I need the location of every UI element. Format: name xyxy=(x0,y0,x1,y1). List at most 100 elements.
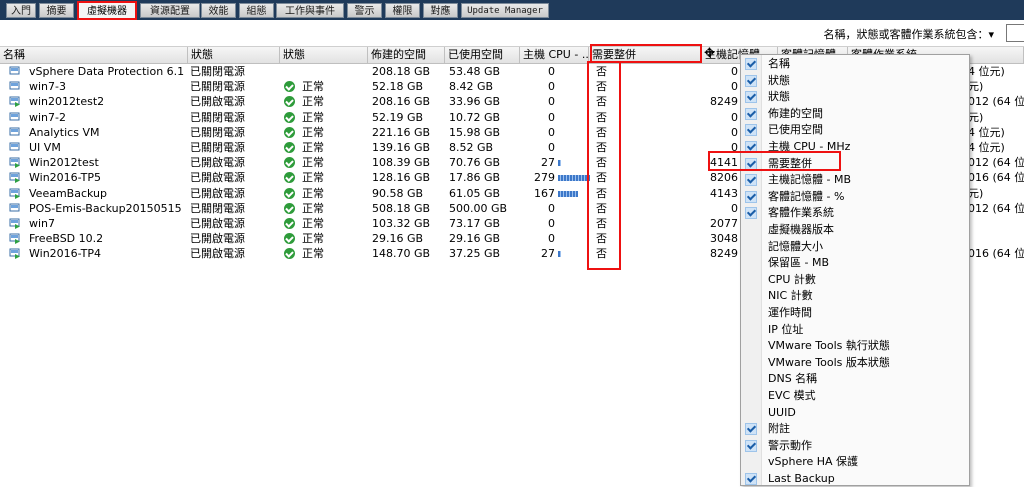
vm-powered-off-icon xyxy=(9,142,21,153)
menu-item-label: 已使用空間 xyxy=(768,123,823,137)
status-text: 正常 xyxy=(302,232,324,246)
power-state: 已關閉電源 xyxy=(190,141,245,154)
column-menu-item[interactable]: CPU 計數 xyxy=(741,272,969,288)
column-header-2[interactable]: 狀態 xyxy=(280,47,368,63)
cpu-usage-bar xyxy=(558,160,561,167)
tab-1[interactable]: 摘要 xyxy=(39,3,74,18)
column-menu-item[interactable]: 已使用空間 xyxy=(741,122,969,138)
used-space: 61.05 GB xyxy=(449,186,501,200)
menu-item-label: 警示動作 xyxy=(768,438,812,452)
provisioned-space: 90.58 GB xyxy=(372,186,424,200)
column-menu-item[interactable]: UUID xyxy=(741,405,969,421)
vm-powered-off-icon xyxy=(9,203,21,214)
status-text: 正常 xyxy=(302,186,324,200)
used-space: 8.52 GB xyxy=(449,141,494,154)
guest-os: 012 (64 位 xyxy=(968,156,1024,170)
column-menu-item[interactable]: 佈建的空間 xyxy=(741,106,969,122)
column-menu-item[interactable]: VMware Tools 版本狀態 xyxy=(741,355,969,371)
used-space: 15.98 GB xyxy=(449,125,501,139)
host-memory: 8249 xyxy=(710,95,738,109)
host-memory: 8249 xyxy=(710,247,738,261)
status-ok-icon xyxy=(284,233,295,245)
host-memory: 3048 xyxy=(710,232,738,246)
tab-5[interactable]: 組態 xyxy=(239,3,274,18)
column-menu-item[interactable]: 狀態 xyxy=(741,73,969,89)
status-ok-icon xyxy=(284,187,295,199)
column-menu-item[interactable]: DNS 名稱 xyxy=(741,371,969,387)
menu-item-label: VMware Tools 執行狀態 xyxy=(768,339,890,353)
column-menu-item[interactable]: 主機記憶體 - MB xyxy=(741,172,969,188)
vm-powered-on-icon xyxy=(9,96,21,108)
column-menu-item[interactable]: VMware Tools 執行狀態 xyxy=(741,338,969,354)
tab-8[interactable]: 權限 xyxy=(385,3,420,18)
vm-powered-on-icon xyxy=(9,218,21,229)
tab-10[interactable]: Update Manager xyxy=(461,3,549,18)
status-ok-icon xyxy=(284,248,295,260)
tab-0[interactable]: 入門 xyxy=(6,3,36,18)
menu-item-label: 狀態 xyxy=(768,90,790,104)
needs-consolidation: 否 xyxy=(596,95,607,109)
column-menu-item[interactable]: 警示動作 xyxy=(741,438,969,454)
filter-input[interactable] xyxy=(1006,24,1024,42)
column-menu-item[interactable]: 客體記憶體 - % xyxy=(741,189,969,205)
column-header-4[interactable]: 已使用空間 xyxy=(445,47,520,63)
status-ok-icon xyxy=(284,157,295,169)
host-cpu: 0 xyxy=(548,110,555,124)
power-state: 已開啟電源 xyxy=(190,247,245,261)
column-menu-item[interactable]: EVC 模式 xyxy=(741,388,969,404)
tab-9[interactable]: 對應 xyxy=(423,3,458,18)
column-menu-item[interactable]: 名稱 xyxy=(741,56,969,72)
tab-2[interactable]: 虛擬機器 xyxy=(77,1,137,20)
guest-os: 4 位元) xyxy=(968,141,1005,154)
needs-consolidation: 否 xyxy=(596,171,607,185)
needs-consolidation: 否 xyxy=(596,125,607,139)
column-header-5[interactable]: 主機 CPU - ... xyxy=(520,47,589,63)
column-menu-item[interactable]: 客體作業系統 xyxy=(741,205,969,221)
vm-powered-on-icon xyxy=(9,248,21,260)
status-text: 正常 xyxy=(302,125,324,139)
tab-6[interactable]: 工作與事件 xyxy=(276,3,344,18)
checkmark-icon xyxy=(745,74,757,87)
cpu-usage-bar xyxy=(558,190,578,197)
provisioned-space: 221.16 GB xyxy=(372,125,431,139)
guest-os: 016 (64 位 xyxy=(968,247,1024,261)
status-ok-icon xyxy=(284,96,295,108)
status-text: 正常 xyxy=(302,217,324,230)
host-memory: 0 xyxy=(731,125,738,139)
checkmark-icon xyxy=(745,124,757,137)
used-space: 500.00 GB xyxy=(449,201,508,215)
host-memory: 0 xyxy=(731,80,738,94)
column-menu-item[interactable]: 附註 xyxy=(741,421,969,437)
column-menu-item[interactable]: vSphere HA 保護 xyxy=(741,454,969,470)
host-cpu: 0 xyxy=(548,95,555,109)
column-menu-item[interactable]: 記憶體大小 xyxy=(741,239,969,255)
column-menu-item[interactable]: Last Backup xyxy=(741,471,969,487)
provisioned-space: 208.16 GB xyxy=(372,95,431,109)
tab-3[interactable]: 資源配置 xyxy=(140,3,200,18)
column-menu-item[interactable]: 虛擬機器版本 xyxy=(741,222,969,238)
tab-7[interactable]: 警示 xyxy=(347,3,382,18)
needs-consolidation: 否 xyxy=(596,217,607,230)
needs-consolidation: 否 xyxy=(596,247,607,261)
guest-os: 4 位元) xyxy=(968,65,1005,78)
guest-os: 012 (64 位 xyxy=(968,95,1024,109)
column-header-1[interactable]: 狀態 xyxy=(188,47,280,63)
power-state: 已關閉電源 xyxy=(190,201,245,215)
checkmark-icon xyxy=(745,58,757,70)
menu-item-label: 佈建的空間 xyxy=(768,106,823,120)
host-cpu: 167 xyxy=(534,186,555,200)
column-menu-item[interactable]: 狀態 xyxy=(741,89,969,105)
status-text: 正常 xyxy=(302,171,324,185)
column-menu-item[interactable]: 運作時間 xyxy=(741,305,969,321)
column-header-0[interactable]: 名稱 xyxy=(0,47,188,63)
column-header-3[interactable]: 佈建的空間 xyxy=(368,47,445,63)
vm-name: win7-2 xyxy=(29,110,66,124)
column-menu-item[interactable]: 保留區 - MB xyxy=(741,255,969,271)
column-header-6[interactable]: 需要整併 xyxy=(589,47,702,63)
checkmark-icon xyxy=(745,91,757,104)
column-menu-item[interactable]: NIC 計數 xyxy=(741,288,969,304)
checkmark-icon xyxy=(745,174,757,187)
provisioned-space: 52.19 GB xyxy=(372,110,424,124)
tab-4[interactable]: 效能 xyxy=(201,3,236,18)
column-menu-item[interactable]: IP 位址 xyxy=(741,322,969,338)
